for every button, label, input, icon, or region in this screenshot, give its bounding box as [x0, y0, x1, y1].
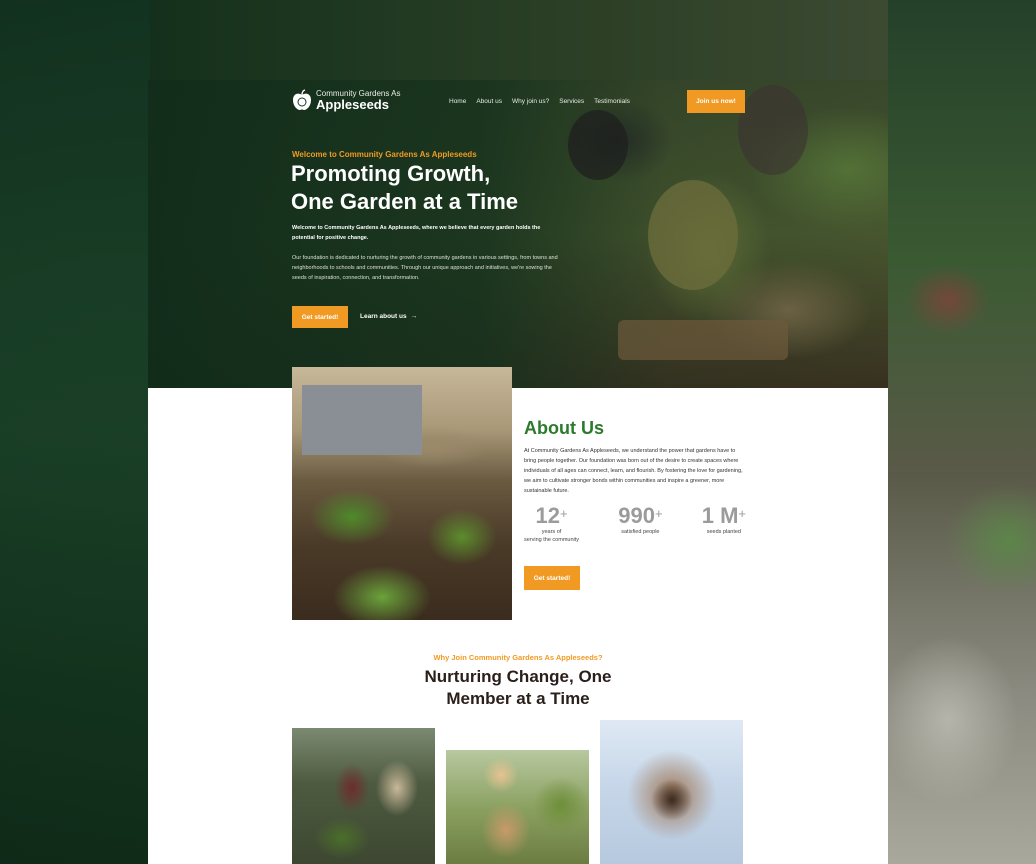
nav-link-why-join[interactable]: Why join us? — [512, 98, 549, 105]
hero-title-line2: One Garden at a Time — [291, 189, 519, 214]
background-top-strip — [150, 0, 888, 80]
stat-value: 12+ — [535, 503, 568, 528]
learn-about-us-label: Learn about us — [360, 313, 407, 320]
about-garden-image — [292, 367, 512, 620]
website-preview: Community Gardens As Appleseeds Home Abo… — [148, 80, 888, 864]
why-join-eyebrow: Why Join Community Gardens As Appleseeds… — [433, 653, 603, 662]
woman-gardening-image — [446, 750, 589, 864]
stat-label: seeds planted — [706, 529, 741, 535]
nav-link-testimonials[interactable]: Testimonials — [594, 98, 630, 105]
hero-title: Promoting Growth, One Garden at a Time — [291, 160, 591, 216]
nav-link-services[interactable]: Services — [559, 98, 584, 105]
hero-gardener-figure — [738, 85, 808, 175]
hands-together-image — [600, 720, 743, 864]
arrow-right-icon: → — [410, 313, 418, 320]
hero-gardener-figure — [648, 180, 738, 290]
hero-title-line1: Promoting Growth, — [291, 161, 491, 186]
stat-label: years of serving the community — [524, 529, 580, 543]
stat-value: 990+ — [618, 503, 663, 528]
hero-raised-bed — [618, 320, 788, 360]
site-logo[interactable]: Community Gardens As Appleseeds — [292, 89, 400, 111]
hero-section: Community Gardens As Appleseeds Home Abo… — [148, 80, 888, 388]
why-title-line2: Member at a Time — [446, 689, 590, 708]
gardeners-planting-image — [292, 728, 435, 864]
about-house-shape — [302, 385, 422, 455]
why-title-line1: Nurturing Change, One — [424, 667, 612, 686]
hero-body-text: Our foundation is dedicated to nurturing… — [292, 255, 558, 281]
stat-seeds-planted: 1 M+ seeds planted — [702, 504, 746, 544]
learn-about-us-link[interactable]: Learn about us → — [360, 313, 417, 320]
stat-value: 1 M+ — [701, 503, 746, 528]
background-left-shade — [0, 0, 150, 864]
about-body-text: At Community Gardens As Appleseeds, we u… — [524, 448, 743, 494]
hero-get-started-button[interactable]: Get started! — [292, 306, 348, 328]
stat-years: 12+ years of serving the community — [524, 504, 579, 544]
main-nav: Home About us Why join us? Services Test… — [449, 98, 630, 105]
about-get-started-button[interactable]: Get started! — [524, 566, 580, 590]
stat-satisfied-people: 990+ satisfied people — [618, 504, 662, 544]
hero-lead-text: Welcome to Community Gardens As Applesee… — [292, 225, 541, 241]
background-right-photo — [888, 0, 1036, 864]
logo-name: Appleseeds — [316, 96, 389, 112]
stat-label: satisfied people — [621, 529, 660, 535]
about-stats: 12+ years of serving the community 990+ … — [524, 504, 746, 544]
nav-link-home[interactable]: Home — [449, 98, 466, 105]
about-title: About Us — [524, 418, 604, 438]
why-join-title: Nurturing Change, One Member at a Time — [148, 666, 888, 710]
hero-eyebrow: Welcome to Community Gardens As Applesee… — [292, 150, 477, 159]
join-us-button[interactable]: Join us now! — [687, 90, 745, 113]
nav-link-about[interactable]: About us — [476, 98, 502, 105]
apple-logo-icon — [293, 89, 311, 110]
